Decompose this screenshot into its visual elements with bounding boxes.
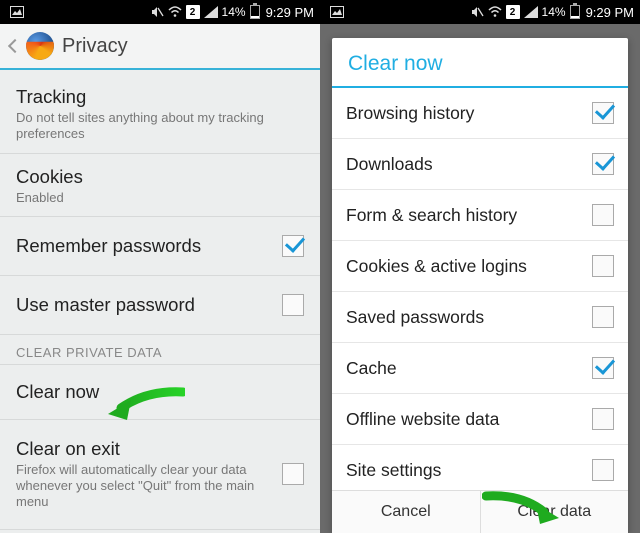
right-screen-clear-dialog: 2 14% 9:29 PM Clear now Browsing history… (320, 0, 640, 533)
signal-icon (204, 5, 218, 19)
gallery-icon (10, 5, 24, 19)
checkbox[interactable] (592, 459, 614, 481)
title-bar: Privacy (0, 24, 320, 70)
row-label: Cache (346, 358, 397, 379)
checkbox[interactable] (592, 153, 614, 175)
row-label: Cookies (16, 166, 304, 188)
row-remember-passwords[interactable]: Remember passwords (0, 217, 320, 276)
row-label: Saved passwords (346, 307, 484, 328)
row-label: Use master password (16, 294, 272, 316)
row-label: Remember passwords (16, 235, 272, 257)
page-title: Privacy (62, 35, 128, 58)
wifi-icon (168, 5, 182, 19)
row-label: Form & search history (346, 205, 517, 226)
dialog-title: Clear now (332, 38, 628, 88)
row-label: Cookies & active logins (346, 256, 527, 277)
battery-icon (250, 5, 260, 19)
dialog-row-cache[interactable]: Cache (332, 343, 628, 394)
row-label: Clear on exit (16, 438, 272, 460)
mute-icon (470, 5, 484, 19)
row-subtitle: Firefox will automatically clear your da… (16, 462, 272, 511)
checkbox[interactable] (592, 102, 614, 124)
battery-icon (570, 5, 580, 19)
row-cookies[interactable]: Cookies Enabled (0, 154, 320, 217)
row-subtitle: Do not tell sites anything about my trac… (16, 110, 304, 143)
clear-data-button[interactable]: Clear data (480, 491, 629, 533)
checkbox[interactable] (592, 204, 614, 226)
status-bar: 2 14% 9:29 PM (320, 0, 640, 24)
battery-percent: 14% (222, 5, 246, 19)
dialog-row-cookies-active-logins[interactable]: Cookies & active logins (332, 241, 628, 292)
row-clear-on-exit[interactable]: Clear on exit Firefox will automatically… (0, 420, 320, 530)
dialog-row-saved-passwords[interactable]: Saved passwords (332, 292, 628, 343)
row-clear-now[interactable]: Clear now (0, 365, 320, 420)
checkbox-remember-passwords[interactable] (282, 235, 304, 257)
row-label: Clear now (16, 381, 304, 403)
signal-icon (524, 5, 538, 19)
wifi-icon (488, 5, 502, 19)
row-label: Offline website data (346, 409, 499, 430)
row-label: Downloads (346, 154, 433, 175)
checkbox[interactable] (592, 408, 614, 430)
sim-number: 2 (186, 5, 200, 19)
checkbox-master-password[interactable] (282, 294, 304, 316)
row-tracking[interactable]: Tracking Do not tell sites anything abou… (0, 74, 320, 154)
row-label: Browsing history (346, 103, 474, 124)
clock: 9:29 PM (586, 5, 634, 20)
row-label: Site settings (346, 460, 441, 481)
section-header-clear-private-data: CLEAR PRIVATE DATA (0, 335, 320, 365)
row-subtitle: Enabled (16, 190, 304, 206)
checkbox[interactable] (592, 306, 614, 328)
firefox-logo-icon (26, 32, 54, 60)
back-icon[interactable] (8, 39, 22, 53)
dialog-body: Browsing history Downloads Form & search… (332, 88, 628, 490)
checkbox[interactable] (592, 357, 614, 379)
dialog-row-offline-website-data[interactable]: Offline website data (332, 394, 628, 445)
sim-number: 2 (506, 5, 520, 19)
checkbox-clear-on-exit[interactable] (282, 463, 304, 485)
settings-list: Tracking Do not tell sites anything abou… (0, 70, 320, 533)
dialog-button-bar: Cancel Clear data (332, 490, 628, 533)
dialog-row-form-search-history[interactable]: Form & search history (332, 190, 628, 241)
dialog-row-site-settings[interactable]: Site settings (332, 445, 628, 490)
dialog-row-browsing-history[interactable]: Browsing history (332, 88, 628, 139)
status-bar: 2 14% 9:29 PM (0, 0, 320, 24)
left-screen-privacy: 2 14% 9:29 PM Privacy Tracking Do not te… (0, 0, 320, 533)
battery-percent: 14% (542, 5, 566, 19)
checkbox[interactable] (592, 255, 614, 277)
gallery-icon (330, 5, 344, 19)
row-master-password[interactable]: Use master password (0, 276, 320, 335)
mute-icon (150, 5, 164, 19)
row-label: Tracking (16, 86, 304, 108)
dialog-row-downloads[interactable]: Downloads (332, 139, 628, 190)
clock: 9:29 PM (266, 5, 314, 20)
cancel-button[interactable]: Cancel (332, 491, 480, 533)
clear-now-dialog: Clear now Browsing history Downloads For… (332, 38, 628, 533)
